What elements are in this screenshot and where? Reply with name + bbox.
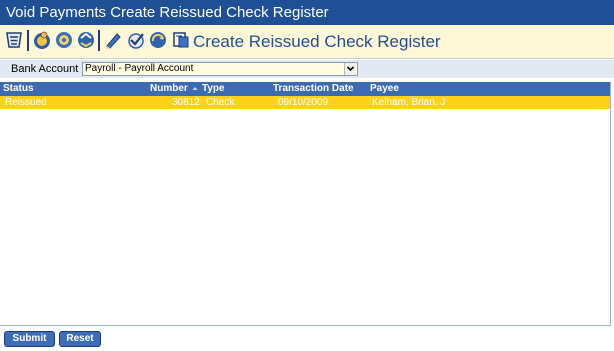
payments-grid: Status Number Type Transaction Date Paye… bbox=[0, 82, 611, 326]
sort-ascending-icon bbox=[191, 82, 199, 96]
page-title: Create Reissued Check Register bbox=[193, 32, 441, 51]
grid-header: Status Number Type Transaction Date Paye… bbox=[0, 82, 610, 96]
list-icon[interactable] bbox=[4, 30, 24, 50]
bank-account-row: Bank Account Payroll - Payroll Account bbox=[0, 60, 614, 78]
cell-payee: Kelham, Brian, J bbox=[372, 97, 446, 108]
column-header-number[interactable]: Number bbox=[150, 82, 188, 96]
cell-transaction-date: 09/10/2009 bbox=[278, 97, 329, 108]
coin-arrows-icon[interactable] bbox=[76, 30, 96, 50]
bank-account-label: Bank Account bbox=[11, 63, 79, 75]
bank-account-value: Payroll - Payroll Account bbox=[85, 63, 194, 74]
window-title: Void Payments Create Reissued Check Regi… bbox=[0, 0, 614, 25]
register-icon[interactable] bbox=[171, 30, 191, 50]
coin-gear-icon[interactable] bbox=[54, 30, 74, 50]
toolbar: Create Reissued Check Register bbox=[0, 25, 614, 59]
table-row[interactable]: Reissued 30812 Check 09/10/2009 Kelham, … bbox=[0, 96, 610, 109]
column-header-transaction-date[interactable]: Transaction Date bbox=[273, 82, 354, 96]
coin-person-icon[interactable] bbox=[32, 30, 52, 50]
cell-number: 30812 bbox=[172, 97, 200, 108]
check-icon[interactable] bbox=[126, 30, 146, 50]
column-header-payee[interactable]: Payee bbox=[370, 82, 399, 96]
coin-refresh-icon[interactable] bbox=[148, 30, 168, 50]
submit-button[interactable]: Submit bbox=[4, 331, 55, 347]
chevron-down-icon[interactable] bbox=[344, 63, 356, 75]
reset-button[interactable]: Reset bbox=[59, 331, 101, 347]
cell-status: Reissued bbox=[5, 97, 47, 108]
toolbar-separator bbox=[98, 30, 100, 51]
toolbar-separator bbox=[27, 30, 29, 51]
column-header-type[interactable]: Type bbox=[202, 82, 225, 96]
bank-account-select[interactable]: Payroll - Payroll Account bbox=[82, 62, 358, 76]
column-header-status[interactable]: Status bbox=[3, 82, 34, 96]
cell-type: Check bbox=[206, 97, 235, 108]
pencil-icon[interactable] bbox=[103, 30, 123, 50]
